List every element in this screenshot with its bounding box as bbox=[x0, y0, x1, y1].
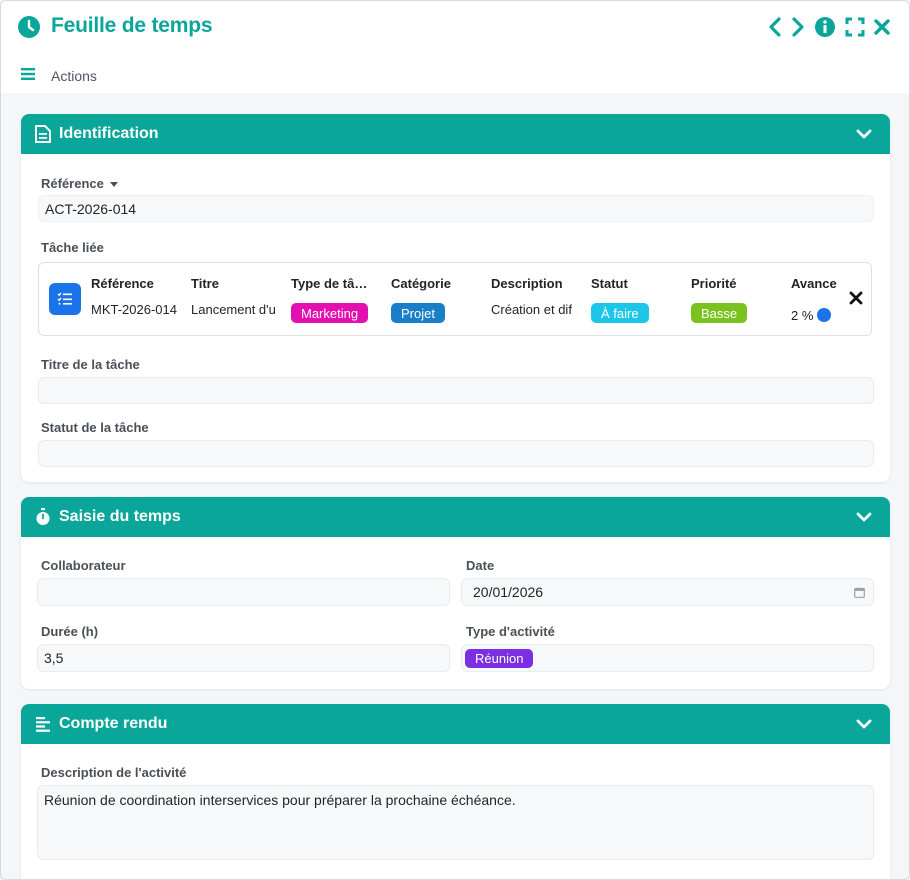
task-status-label: Statut de la tâche bbox=[41, 420, 149, 435]
identification-header[interactable]: Identification bbox=[21, 114, 890, 154]
task-list-icon bbox=[49, 283, 81, 315]
close-icon bbox=[874, 19, 890, 35]
actions-menu[interactable]: Actions bbox=[51, 68, 97, 84]
document-icon bbox=[35, 125, 51, 143]
task-title-field bbox=[38, 377, 874, 404]
identification-panel: Identification Référence ACT-2026-014 Tâ… bbox=[21, 114, 890, 482]
task-status-field bbox=[38, 440, 874, 467]
activity-type-badge: Réunion bbox=[465, 648, 534, 668]
date-value: 20/01/2026 bbox=[473, 584, 544, 600]
chevron-right-icon bbox=[792, 17, 804, 37]
progress-indicator bbox=[817, 308, 831, 322]
caret-down-icon bbox=[109, 182, 118, 188]
collaborator-label: Collaborateur bbox=[41, 558, 126, 573]
timesheet-window: Feuille de temps Actions Identification … bbox=[0, 0, 910, 880]
col-header-priority: Priorité bbox=[691, 276, 737, 291]
report-panel: Compte rendu Description de l'activité R… bbox=[21, 704, 890, 879]
chevron-down-icon[interactable] bbox=[856, 126, 872, 142]
task-title: Lancement d'u bbox=[191, 302, 276, 317]
calendar-icon[interactable] bbox=[854, 587, 865, 598]
close-button[interactable] bbox=[869, 14, 895, 40]
fullscreen-button[interactable] bbox=[842, 14, 868, 40]
time-entry-panel: Saisie du temps Collaborateur Date 20/01… bbox=[21, 497, 890, 689]
info-icon bbox=[815, 17, 835, 37]
col-header-category: Catégorie bbox=[391, 276, 451, 291]
hamburger-menu-icon[interactable] bbox=[21, 67, 35, 81]
task-description: Création et dif bbox=[491, 302, 572, 317]
report-header[interactable]: Compte rendu bbox=[21, 704, 890, 744]
col-header-status: Statut bbox=[591, 276, 628, 291]
linked-task-card[interactable]: Référence Titre Type de tâ… Catégorie De… bbox=[38, 262, 872, 336]
duration-field[interactable]: 3,5 bbox=[37, 644, 450, 672]
reference-label[interactable]: Référence bbox=[41, 176, 118, 191]
time-entry-title: Saisie du temps bbox=[59, 508, 181, 525]
col-header-reference: Référence bbox=[91, 276, 154, 291]
task-status-badge: À faire bbox=[591, 303, 649, 323]
activity-type-label: Type d'activité bbox=[466, 624, 555, 639]
col-header-description: Description bbox=[491, 276, 563, 291]
col-header-type: Type de tâ… bbox=[291, 276, 368, 291]
chevron-down-icon[interactable] bbox=[856, 509, 872, 525]
info-button[interactable] bbox=[812, 14, 838, 40]
task-priority-badge: Basse bbox=[691, 303, 748, 323]
collaborator-field[interactable] bbox=[37, 578, 450, 606]
reference-field[interactable]: ACT-2026-014 bbox=[38, 195, 874, 222]
fullscreen-icon bbox=[845, 17, 865, 37]
task-title-label: Titre de la tâche bbox=[41, 357, 140, 372]
duration-label: Durée (h) bbox=[41, 624, 99, 639]
chevron-left-icon bbox=[769, 17, 781, 37]
activity-description-label: Description de l'activité bbox=[41, 765, 187, 780]
task-type-badge: Marketing bbox=[291, 303, 369, 323]
chevron-down-icon[interactable] bbox=[856, 716, 872, 732]
date-field[interactable]: 20/01/2026 bbox=[461, 578, 874, 606]
clock-icon bbox=[18, 16, 40, 38]
report-title: Compte rendu bbox=[59, 715, 168, 732]
activity-type-field[interactable]: Réunion bbox=[461, 644, 874, 672]
stopwatch-icon bbox=[36, 508, 50, 525]
task-category-badge: Projet bbox=[391, 303, 445, 323]
col-header-progress: Avance bbox=[791, 276, 837, 291]
linked-task-label: Tâche liée bbox=[41, 240, 104, 255]
activity-description-field[interactable]: Réunion de coordination interservices po… bbox=[37, 785, 874, 860]
remove-link-icon[interactable] bbox=[849, 291, 863, 305]
time-entry-header[interactable]: Saisie du temps bbox=[21, 497, 890, 537]
next-button[interactable] bbox=[785, 14, 811, 40]
col-header-title: Titre bbox=[191, 276, 219, 291]
identification-title: Identification bbox=[59, 125, 159, 142]
title-bar: Feuille de temps Actions bbox=[1, 1, 909, 93]
window-title: Feuille de temps bbox=[51, 14, 213, 37]
align-left-icon bbox=[36, 717, 50, 732]
date-label: Date bbox=[466, 558, 495, 573]
task-reference: MKT-2026-014 bbox=[91, 302, 177, 317]
